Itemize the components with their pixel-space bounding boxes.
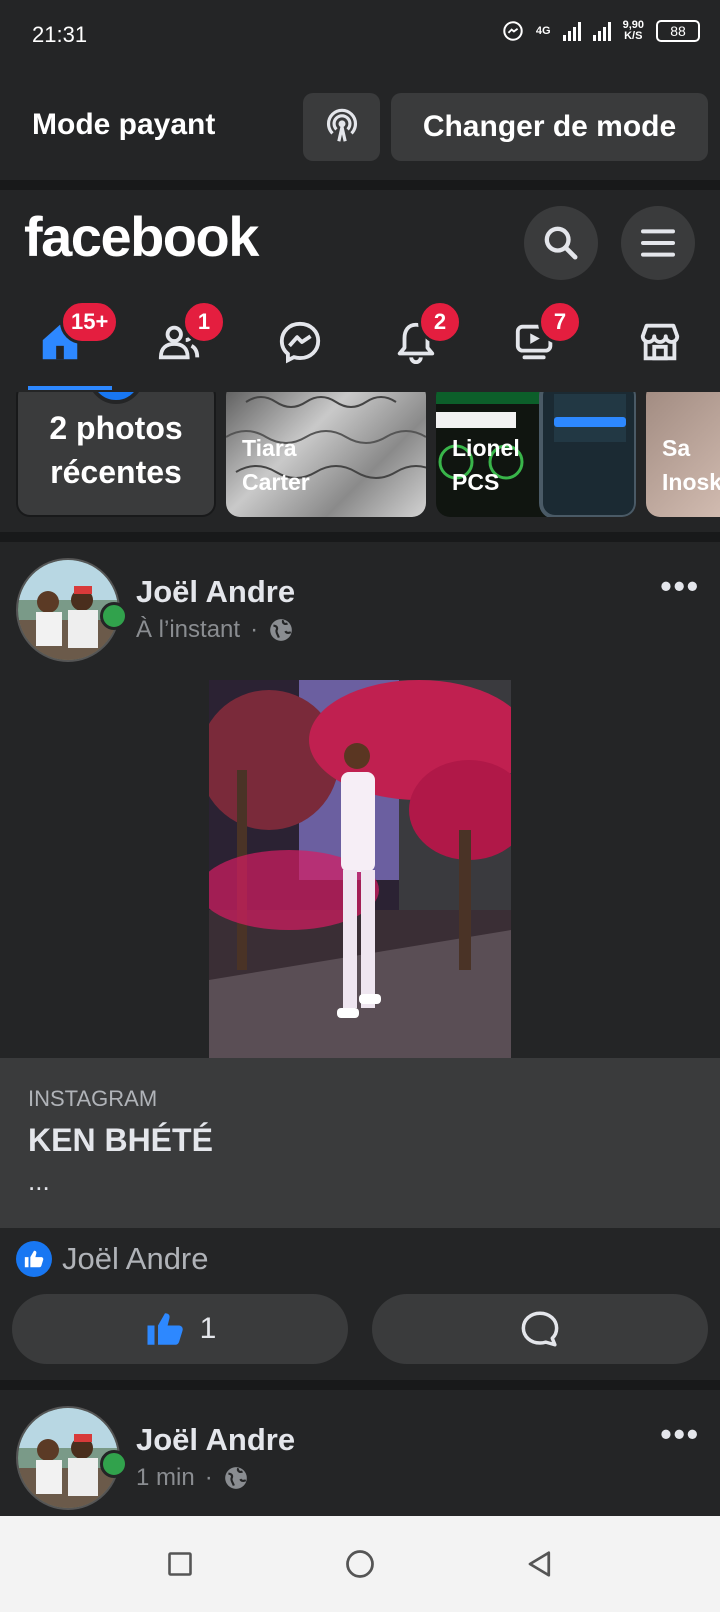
square-icon — [168, 1552, 192, 1576]
tab-messenger[interactable] — [250, 294, 350, 390]
change-mode-button[interactable]: Changer de mode — [391, 93, 708, 161]
post-photo-image — [209, 680, 511, 1058]
like-button[interactable]: 1 — [12, 1294, 348, 1364]
battery-icon: 88 — [656, 20, 700, 42]
mode-title: Mode payant — [32, 108, 216, 141]
like-reaction-icon — [16, 1241, 52, 1277]
post-options-button[interactable]: ••• — [660, 568, 700, 605]
friends-badge: 1 — [182, 300, 226, 344]
menu-icon — [641, 229, 675, 257]
back-triangle-icon — [528, 1551, 551, 1577]
tab-friends[interactable]: 1 — [130, 294, 230, 390]
link-title: KEN BHÉTÉ — [28, 1122, 213, 1158]
story-card[interactable]: Tiara Carter — [226, 392, 426, 517]
main-nav: 15+ 1 2 7 — [0, 294, 720, 390]
story-name: Lionel PCS — [452, 435, 520, 495]
thumbs-up-icon — [147, 1313, 183, 1345]
add-story-icon — [88, 392, 144, 404]
story-label: 2 photos récentes — [49, 409, 183, 490]
feed-divider — [0, 532, 720, 542]
post-time: 1 min — [136, 1464, 195, 1491]
story-name: Tiara Carter — [242, 435, 310, 495]
tab-marketplace[interactable] — [610, 294, 710, 390]
meta-separator: · — [204, 1464, 213, 1491]
story-name: Sa Inosk — [662, 435, 720, 495]
status-bar: 21:31 4G 9,90 K/S 88 — [0, 0, 720, 72]
post-options-button[interactable]: ••• — [660, 1416, 700, 1453]
story-card[interactable]: Lionel PCS — [436, 392, 636, 517]
menu-button[interactable] — [621, 206, 695, 280]
post: Joël Andre 1 min · ••• — [0, 1390, 720, 1516]
comment-button[interactable] — [372, 1294, 708, 1364]
network-type: 4G — [535, 24, 551, 37]
link-preview-card[interactable]: INSTAGRAM KEN BHÉTÉ ... — [0, 1058, 720, 1228]
home-badge: 15+ — [60, 300, 120, 344]
like-count: 1 — [199, 1312, 217, 1345]
link-description: ... — [28, 1166, 50, 1196]
broadcast-button[interactable] — [303, 93, 380, 161]
watch-badge: 7 — [538, 300, 582, 344]
story-card[interactable]: Sa Inosk — [646, 392, 720, 517]
post: Joël Andre À l’instant · ••• INSTAGRAM K… — [0, 542, 720, 1380]
tab-watch[interactable]: 7 — [486, 294, 586, 390]
globe-icon — [224, 1467, 247, 1489]
tab-notifications[interactable]: 2 — [366, 294, 466, 390]
active-tab-indicator — [28, 386, 112, 390]
liked-by: Joël Andre — [62, 1241, 209, 1276]
post-photo[interactable] — [209, 680, 511, 1058]
system-navigation-bar — [0, 1516, 720, 1612]
app-header: facebook 15+ 1 2 7 — [0, 190, 720, 392]
signal-icon — [562, 21, 581, 41]
notifications-badge: 2 — [418, 300, 462, 344]
search-icon — [544, 226, 578, 260]
reactions-summary[interactable]: Joël Andre — [16, 1241, 209, 1277]
search-button[interactable] — [524, 206, 598, 280]
post-time: À l’instant — [136, 616, 241, 643]
status-time: 21:31 — [32, 22, 88, 47]
facebook-logo: facebook — [24, 205, 259, 268]
mode-bar: Mode payant Changer de mode — [0, 72, 720, 180]
messenger-icon — [279, 321, 321, 364]
recents-button[interactable] — [160, 1544, 200, 1584]
messenger-notification-icon — [503, 21, 523, 41]
circle-icon — [346, 1550, 374, 1578]
post-author[interactable]: Joël Andre — [136, 574, 295, 610]
net-speed: 9,90 K/S — [623, 20, 644, 42]
comment-icon — [521, 1311, 559, 1347]
net-speed-unit: K/S — [624, 30, 643, 42]
thumbs-up-icon — [24, 1250, 44, 1268]
tab-home[interactable]: 15+ — [10, 294, 120, 390]
status-icons: 4G 9,90 K/S 88 — [502, 20, 700, 42]
post-meta: 1 min · — [136, 1464, 249, 1492]
link-source: INSTAGRAM — [28, 1086, 158, 1111]
stories-strip: 2 photos récentes Tiara Carter Lionel PC… — [0, 392, 720, 540]
globe-icon — [270, 619, 292, 641]
feed-divider — [0, 1380, 720, 1390]
broadcast-icon — [326, 108, 357, 142]
signal-2-icon — [592, 21, 611, 41]
back-button[interactable] — [520, 1544, 560, 1584]
meta-separator: · — [250, 616, 259, 643]
home-system-button[interactable] — [340, 1544, 380, 1584]
online-indicator — [100, 602, 128, 630]
story-recent-photos[interactable]: 2 photos récentes — [16, 392, 216, 517]
post-meta: À l’instant · — [136, 616, 294, 644]
post-author[interactable]: Joël Andre — [136, 1422, 295, 1458]
marketplace-icon — [640, 323, 680, 361]
online-indicator — [100, 1450, 128, 1478]
